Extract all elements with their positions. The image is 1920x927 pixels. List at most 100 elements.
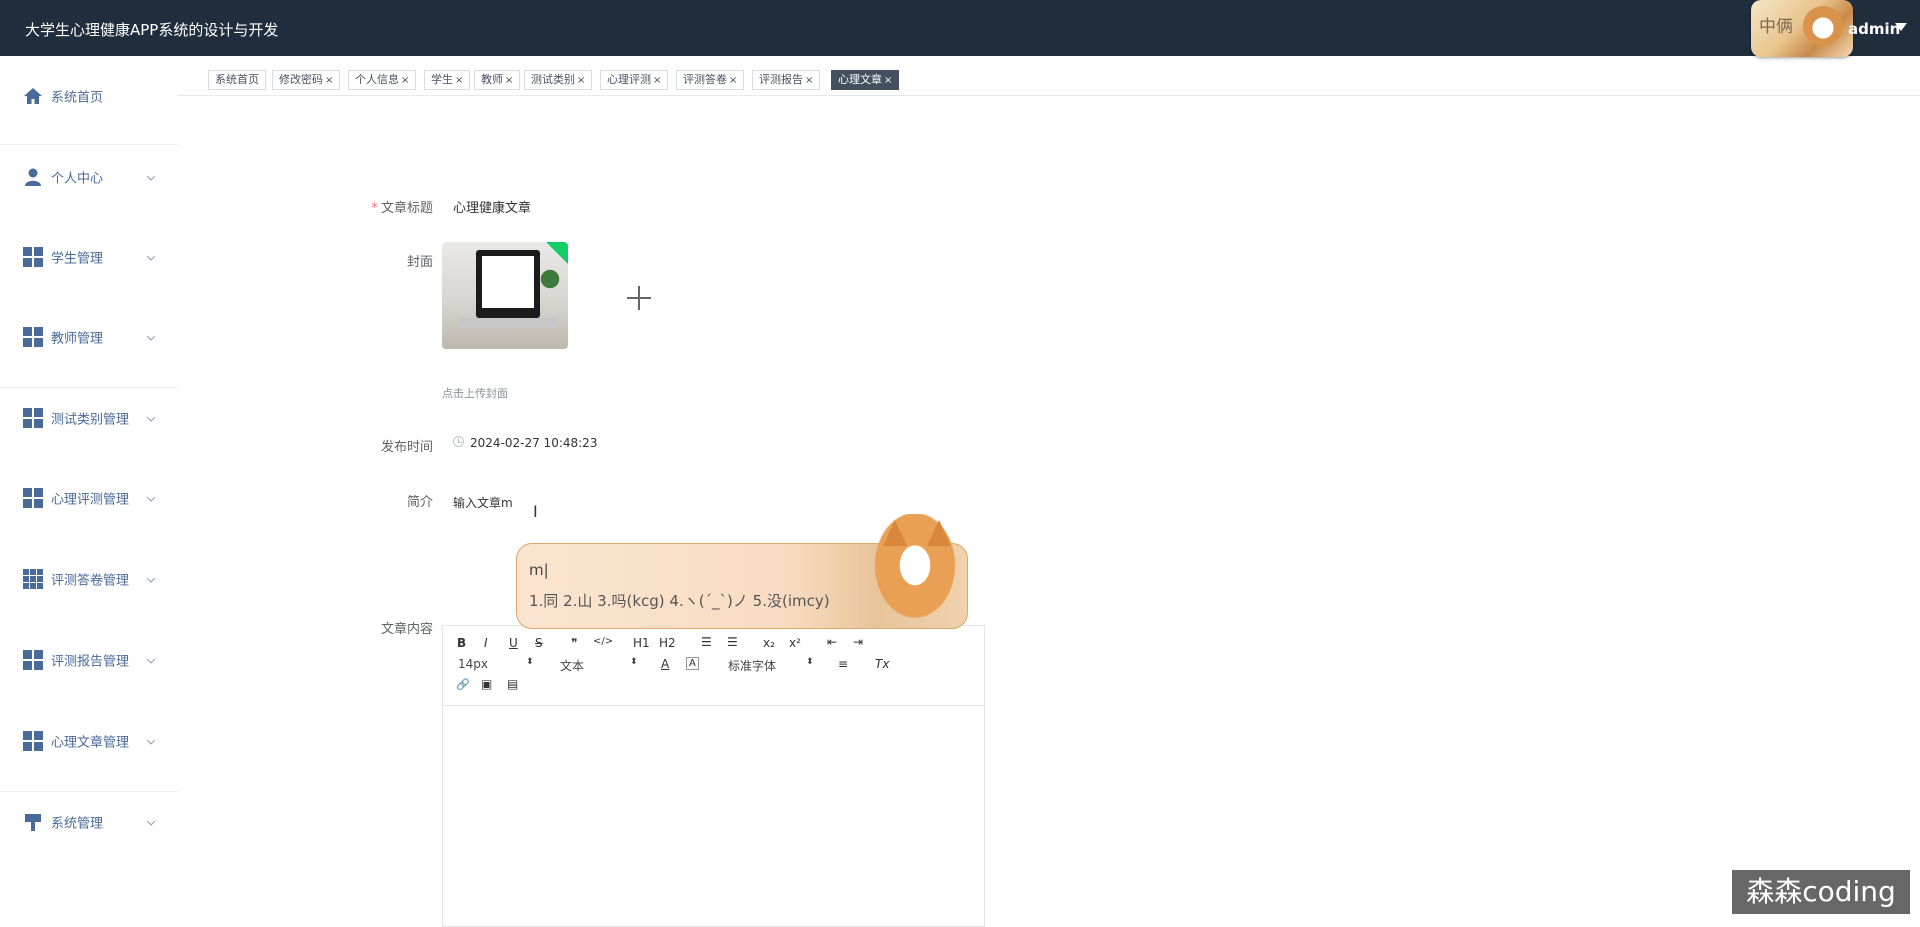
- sidebar-item-home[interactable]: 系统首页: [0, 56, 178, 136]
- ime-composition-text: m|: [529, 561, 549, 579]
- tag-reports[interactable]: 评测报告 ×: [752, 70, 821, 90]
- close-icon[interactable]: ×: [729, 75, 737, 86]
- align-select[interactable]: ≡: [838, 657, 848, 671]
- font-family-value: 标准字体: [728, 659, 777, 673]
- close-icon[interactable]: ×: [505, 75, 513, 86]
- chevron-down-icon: [146, 493, 156, 502]
- article-title-input[interactable]: 心理健康文章: [453, 197, 531, 216]
- superscript-button[interactable]: x²: [789, 636, 801, 650]
- caret-down-icon[interactable]: [1895, 23, 1907, 31]
- editor-content-area[interactable]: [443, 707, 984, 926]
- content-label: 文章内容: [380, 622, 433, 637]
- tag-answer-sheets[interactable]: 评测答卷 ×: [676, 70, 745, 90]
- sidebar-item-reports[interactable]: 评测报告管理: [0, 620, 178, 700]
- sidebar: 系统首页 个人中心 学生管理 教师管理 测试类别管理 心理评测管理 评测答卷管理: [0, 56, 178, 927]
- plant-image-part: [540, 264, 560, 294]
- avatar[interactable]: 中俩: [1751, 0, 1853, 57]
- background-color-button[interactable]: A: [686, 657, 699, 670]
- close-icon[interactable]: ×: [884, 75, 892, 86]
- sidebar-item-assessments[interactable]: 心理评测管理: [0, 458, 178, 538]
- font-color-button[interactable]: A: [661, 657, 669, 671]
- publish-time-label: 发布时间: [380, 440, 433, 455]
- tag-personal-info[interactable]: 个人信息 ×: [348, 70, 417, 90]
- tag-label: 评测答卷: [683, 73, 727, 86]
- sidebar-item-answer-sheets[interactable]: 评测答卷管理: [0, 539, 178, 619]
- link-button[interactable]: 🔗: [456, 678, 470, 691]
- chevron-down-icon: [146, 655, 156, 664]
- upload-tip: 点击上传封面: [442, 387, 508, 400]
- bullet-list-button[interactable]: ☰: [727, 635, 738, 649]
- sidebar-item-system[interactable]: 系统管理: [0, 782, 178, 862]
- tag-articles-active[interactable]: 心理文章 ×: [831, 70, 900, 90]
- clear-format-button[interactable]: Tx: [875, 657, 889, 671]
- underline-button[interactable]: U: [509, 636, 518, 650]
- sidebar-item-articles[interactable]: 心理文章管理: [0, 701, 178, 781]
- subscript-button[interactable]: x₂: [763, 636, 775, 650]
- font-family-select[interactable]: 标准字体 ⬍: [728, 657, 814, 674]
- close-icon[interactable]: ×: [401, 75, 409, 86]
- video-button[interactable]: ▤: [507, 677, 518, 691]
- bold-button[interactable]: B: [457, 636, 466, 650]
- tag-label: 心理评测: [607, 73, 651, 86]
- sidebar-item-teachers[interactable]: 教师管理: [0, 297, 178, 377]
- chevron-down-icon: [146, 252, 156, 261]
- chevron-down-icon: [146, 332, 156, 341]
- ime-status-badge: 中俩: [1759, 17, 1793, 37]
- code-block-button[interactable]: </>: [593, 636, 613, 647]
- person-icon: [25, 168, 41, 186]
- tag-assessments[interactable]: 心理评测 ×: [600, 70, 669, 90]
- shiba-dog-icon: [867, 514, 963, 628]
- cover-image[interactable]: [442, 242, 568, 349]
- sidebar-item-label: 教师管理: [51, 331, 104, 347]
- sidebar-item-test-categories[interactable]: 测试类别管理: [0, 378, 178, 458]
- clock-icon: [453, 436, 464, 447]
- intro-input[interactable]: 输入文章m: [453, 494, 513, 511]
- image-button[interactable]: ▣: [481, 677, 492, 691]
- grid-icon: [23, 650, 43, 670]
- tag-label: 修改密码: [279, 73, 323, 86]
- ime-candidate-popup: m| 1.同 2.山 3.吗(kcg) 4.ヽ(ˊ_ˋ)ノ 5.没(imcy): [516, 514, 968, 629]
- sidebar-item-students[interactable]: 学生管理: [0, 217, 178, 297]
- publish-time-input[interactable]: 2024-02-27 10:48:23: [470, 436, 597, 450]
- text-cursor-icon: I: [533, 502, 538, 521]
- italic-button[interactable]: I: [484, 636, 488, 650]
- outdent-button[interactable]: ⇤: [827, 635, 837, 649]
- grid9-icon: [23, 569, 43, 589]
- article-title-label-text: 文章标题: [380, 201, 433, 216]
- header2-button[interactable]: H2: [659, 636, 676, 650]
- chevron-down-icon: [146, 574, 156, 583]
- close-icon[interactable]: ×: [455, 75, 463, 86]
- tag-teachers[interactable]: 教师 ×: [474, 70, 521, 90]
- tag-home[interactable]: 系统首页: [208, 70, 266, 90]
- home-icon: [24, 88, 42, 104]
- sidebar-item-label: 心理文章管理: [51, 735, 130, 751]
- grid-icon: [23, 408, 43, 428]
- sidebar-item-label: 学生管理: [51, 251, 104, 267]
- tag-students[interactable]: 学生 ×: [424, 70, 471, 90]
- grid-icon: [23, 327, 43, 347]
- tag-change-password[interactable]: 修改密码 ×: [272, 70, 341, 90]
- close-icon[interactable]: ×: [325, 75, 333, 86]
- indent-button[interactable]: ⇥: [853, 635, 863, 649]
- tag-label: 学生: [431, 73, 453, 86]
- strike-button[interactable]: S: [535, 636, 543, 650]
- close-icon[interactable]: ×: [653, 75, 661, 86]
- user-name[interactable]: admin: [1848, 20, 1900, 38]
- sidebar-item-personal-center[interactable]: 个人中心: [0, 137, 178, 217]
- tag-label: 测试类别: [531, 73, 575, 86]
- upload-plus-icon[interactable]: [627, 286, 651, 310]
- sidebar-item-label: 评测答卷管理: [51, 573, 130, 589]
- header1-button[interactable]: H1: [633, 636, 650, 650]
- font-size-select[interactable]: 14px ⬍: [458, 657, 534, 671]
- close-icon[interactable]: ×: [577, 75, 585, 86]
- chevron-down-icon: [146, 736, 156, 745]
- blockquote-button[interactable]: ❞: [571, 636, 577, 650]
- close-icon[interactable]: ×: [805, 75, 813, 86]
- article-title-label: * 文章标题: [313, 197, 433, 216]
- watermark: 森森coding: [1732, 870, 1910, 914]
- ime-candidate-list[interactable]: 1.同 2.山 3.吗(kcg) 4.ヽ(ˊ_ˋ)ノ 5.没(imcy): [529, 590, 830, 611]
- tag-test-categories[interactable]: 测试类别 ×: [524, 70, 593, 90]
- upload-success-corner: [546, 242, 568, 264]
- header-select[interactable]: 文本 ⬍: [560, 657, 638, 674]
- ordered-list-button[interactable]: ☰: [701, 635, 712, 649]
